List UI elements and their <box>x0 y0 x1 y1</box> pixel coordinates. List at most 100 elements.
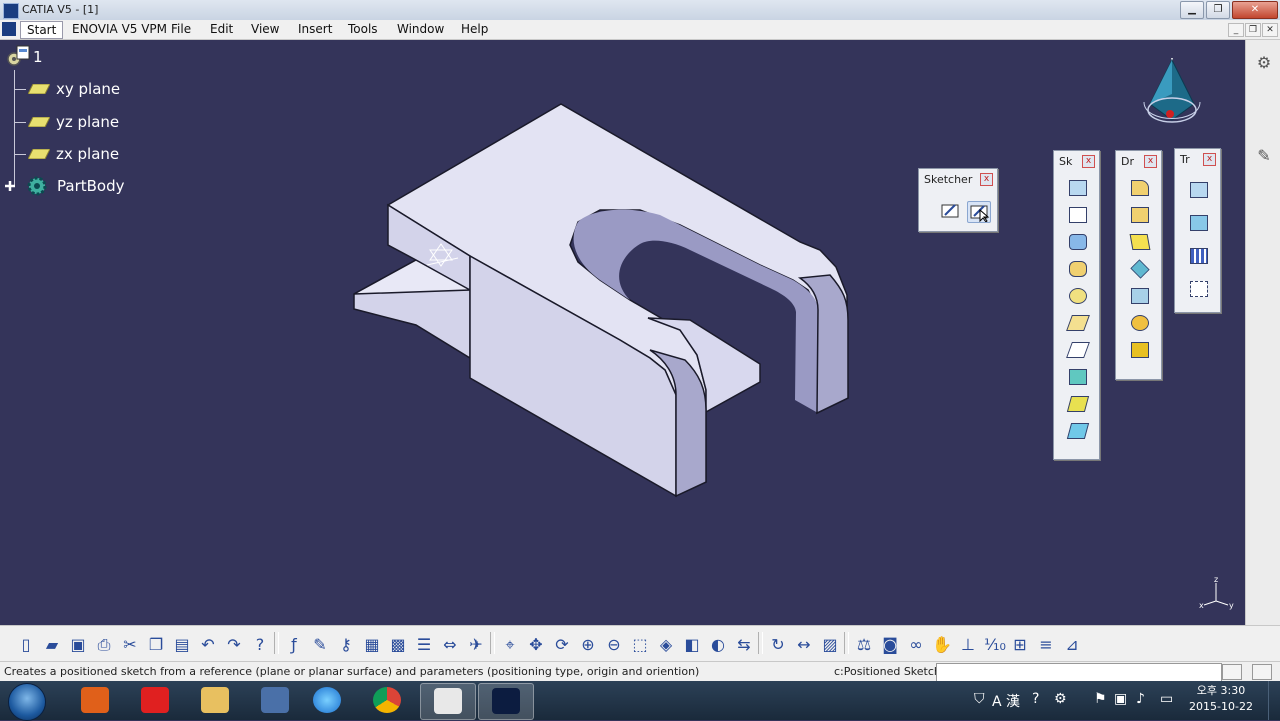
menu-enovia[interactable]: ENOVIA V5 VPM <box>72 22 167 36</box>
chamfer-button[interactable] <box>1128 204 1150 224</box>
open-icon[interactable]: ▰ <box>42 635 62 655</box>
undo-icon[interactable]: ↶ <box>198 635 218 655</box>
3d-part-model[interactable] <box>340 100 860 550</box>
save-icon[interactable]: ▣ <box>68 635 88 655</box>
menu-insert[interactable]: Insert <box>298 22 332 36</box>
pan-icon[interactable]: ✥ <box>526 635 546 655</box>
dress-up-features-toolbar[interactable]: Dr x <box>1115 150 1162 380</box>
update-icon[interactable]: ↻ <box>768 635 788 655</box>
taskbar-app[interactable] <box>420 683 476 720</box>
show-desktop-button[interactable] <box>1268 681 1280 720</box>
minimize-button[interactable]: ▁ <box>1180 1 1204 19</box>
menu-file[interactable]: File <box>171 22 191 36</box>
shell-button[interactable] <box>1128 258 1150 279</box>
menu-view[interactable]: View <box>251 22 279 36</box>
copy-icon[interactable]: ❐ <box>146 635 166 655</box>
zoom-in-icon[interactable]: ⊕ <box>578 635 598 655</box>
groove-button[interactable] <box>1066 258 1088 278</box>
zoom-out-icon[interactable]: ⊖ <box>604 635 624 655</box>
toolbar-close-button[interactable]: x <box>980 173 993 186</box>
mirror-button[interactable] <box>1187 212 1209 232</box>
formula-icon[interactable]: ƒ <box>284 635 304 655</box>
scaling-button[interactable] <box>1187 278 1209 298</box>
taskbar-app[interactable] <box>248 683 302 718</box>
axis-system-icon[interactable]: ⊥ <box>958 635 978 655</box>
sketch-based-features-toolbar[interactable]: Sk x <box>1053 150 1100 460</box>
menu-help[interactable]: Help <box>461 22 488 36</box>
iso-view-icon[interactable]: ◈ <box>656 635 676 655</box>
tray-monitor-icon[interactable]: ▣ <box>1114 691 1127 707</box>
capture-icon[interactable]: ◙ <box>880 635 900 655</box>
std-icon[interactable]: ⊞ <box>1010 635 1030 655</box>
taskbar-app[interactable] <box>300 683 354 718</box>
catia-app-icon[interactable] <box>3 3 19 19</box>
swap-visible-icon[interactable]: ⇆ <box>734 635 754 655</box>
sketch-button[interactable] <box>939 201 961 221</box>
taskbar-clock[interactable]: 오후 3:30 2015-10-22 <box>1186 683 1256 715</box>
thread-button[interactable] <box>1128 312 1150 332</box>
3d-viewport[interactable]: 1 xy plane yz plane zx plane PartBody z … <box>0 40 1245 625</box>
windows-start-button[interactable] <box>8 683 46 721</box>
whats-this-icon[interactable]: ? <box>250 635 270 655</box>
pad-button[interactable] <box>1066 177 1088 197</box>
tray-battery-icon[interactable]: ▭ <box>1160 691 1173 707</box>
expand-icon[interactable] <box>4 180 16 192</box>
menu-start[interactable]: Start <box>20 21 64 39</box>
scale-icon[interactable]: ⅒ <box>984 635 1006 655</box>
translation-button[interactable] <box>1187 179 1209 199</box>
new-icon[interactable]: ▯ <box>16 635 36 655</box>
stiffener-button[interactable] <box>1066 366 1088 386</box>
hole-button[interactable] <box>1066 285 1088 305</box>
mass-icon[interactable]: ⚖ <box>854 635 874 655</box>
knowledge-icon[interactable]: ⚷ <box>336 635 356 655</box>
thickness-button[interactable] <box>1128 285 1150 305</box>
tray-network-icon[interactable]: ⛉ <box>974 691 985 707</box>
rotate-icon[interactable]: ⟳ <box>552 635 572 655</box>
transformation-features-toolbar[interactable]: Tr x <box>1174 148 1221 313</box>
sketch-icon[interactable]: ✎ <box>1254 146 1274 166</box>
multi-sections-solid-button[interactable] <box>1066 393 1090 413</box>
toolbar-close-button[interactable]: x <box>1082 155 1095 168</box>
close-button[interactable]: ✕ <box>1232 1 1278 19</box>
rectangular-pattern-button[interactable] <box>1187 245 1209 265</box>
toolbar-close-button[interactable]: x <box>1144 155 1157 168</box>
measure-item-icon[interactable]: ▨ <box>820 635 840 655</box>
sketcher-toolbar[interactable]: Sketcher x <box>918 168 998 232</box>
tray-language[interactable]: A 漢 <box>992 691 1020 711</box>
doc-close-button[interactable]: ✕ <box>1262 23 1278 37</box>
comment-icon[interactable]: ✎ <box>310 635 330 655</box>
remove-face-button[interactable] <box>1128 339 1150 359</box>
command-input[interactable] <box>936 663 1222 682</box>
grab-icon[interactable]: ✋ <box>932 635 952 655</box>
shading-icon[interactable]: ◧ <box>682 635 702 655</box>
slot-button[interactable] <box>1066 339 1090 359</box>
paste-icon[interactable]: ▤ <box>172 635 192 655</box>
doc-minimize-button[interactable]: _ <box>1228 23 1244 37</box>
loop-icon[interactable]: ∞ <box>906 635 926 655</box>
tray-volume-icon[interactable]: ♪ <box>1136 691 1145 707</box>
gear-icon[interactable]: ⚙ <box>1254 53 1274 73</box>
design-table-icon[interactable]: ▩ <box>388 635 408 655</box>
print-icon[interactable]: ⎙ <box>94 635 114 655</box>
fit-all-icon[interactable]: ⌖ <box>500 635 520 655</box>
taskbar-app[interactable] <box>188 683 242 718</box>
doc-restore-button[interactable]: ❐ <box>1245 23 1261 37</box>
status-button-1[interactable] <box>1222 664 1242 680</box>
catalog-icon[interactable]: ☰ <box>414 635 434 655</box>
restore-button[interactable]: ❐ <box>1206 1 1230 19</box>
taskbar-app[interactable] <box>128 683 182 718</box>
catia-logo[interactable]: ⊿ <box>1062 635 1082 655</box>
shaft-button[interactable] <box>1066 231 1088 251</box>
rib-button[interactable] <box>1066 312 1090 332</box>
draft-button[interactable] <box>1128 231 1151 251</box>
fly-mode-icon[interactable]: ✈ <box>466 635 486 655</box>
tray-flag-icon[interactable]: ⚑ <box>1094 691 1107 707</box>
table-icon[interactable]: ▦ <box>362 635 382 655</box>
document-icon[interactable] <box>2 22 16 36</box>
pocket-button[interactable] <box>1066 204 1088 224</box>
taskbar-app[interactable] <box>360 683 414 718</box>
measure-icon[interactable]: ⇔ <box>440 635 460 655</box>
menu-tools[interactable]: Tools <box>348 22 378 36</box>
tray-help-icon[interactable]: ? <box>1032 691 1039 707</box>
hide-show-icon[interactable]: ◐ <box>708 635 728 655</box>
